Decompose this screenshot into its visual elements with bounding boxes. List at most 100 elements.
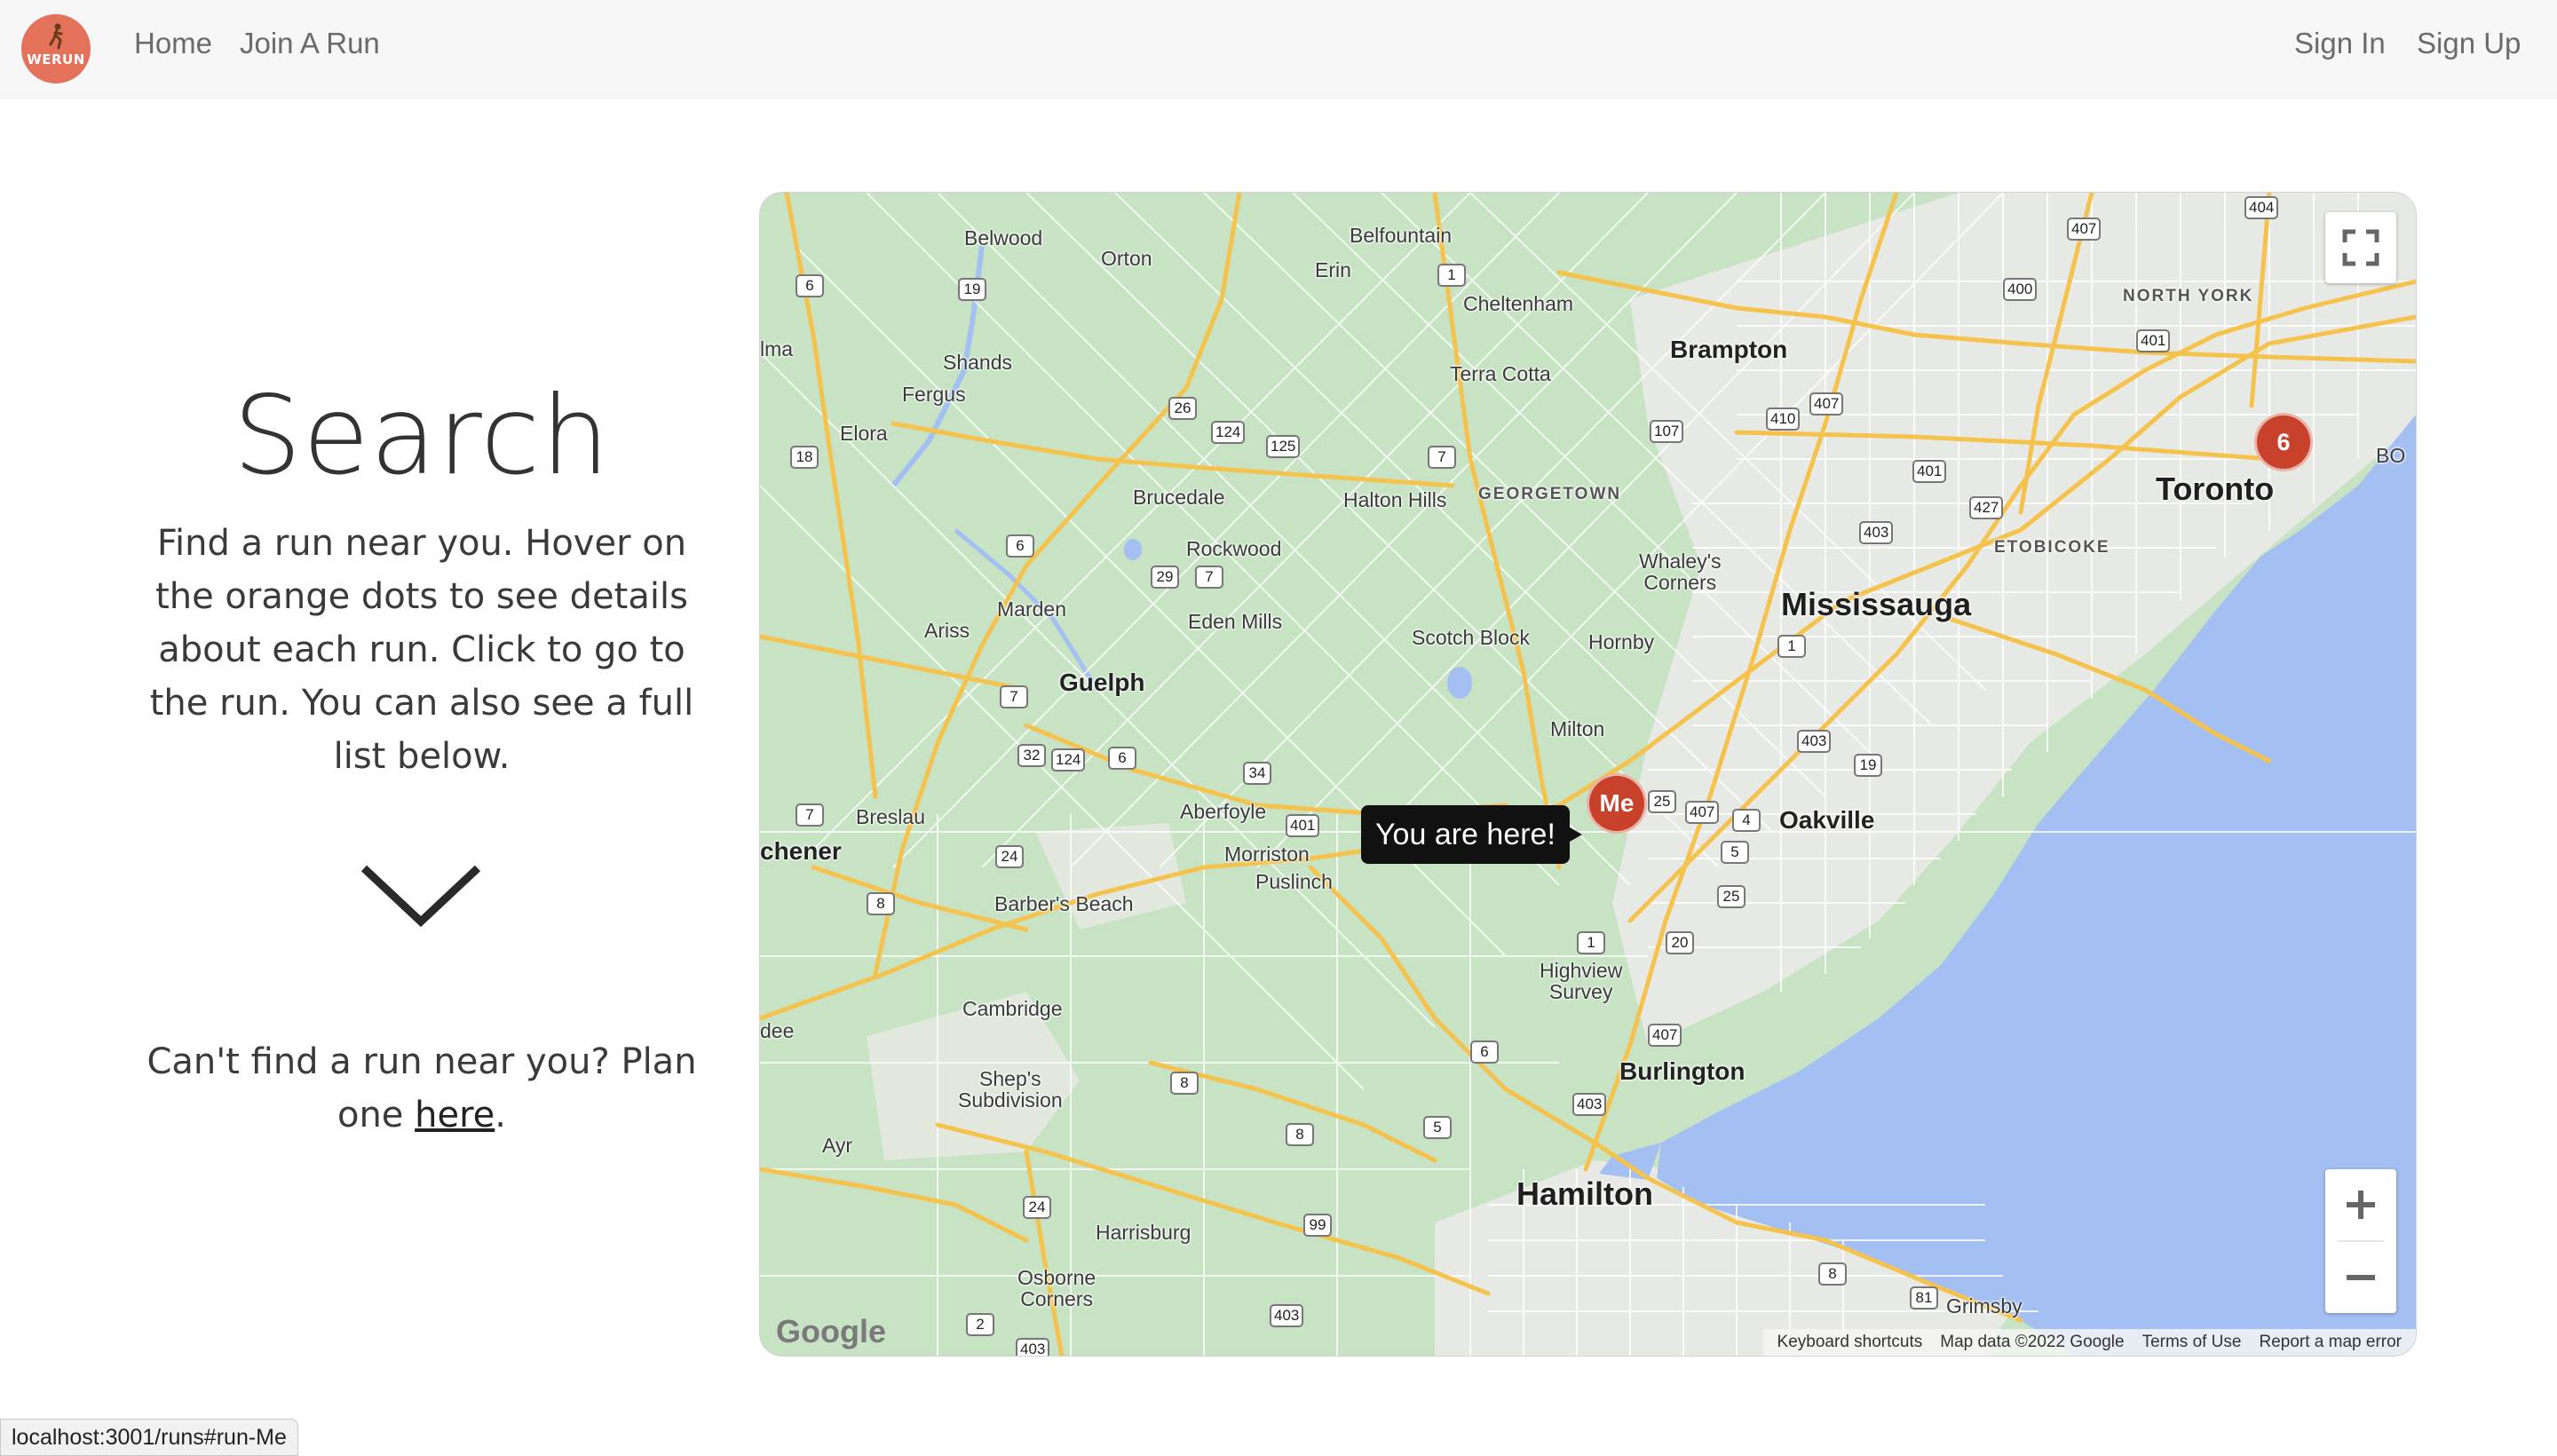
place-label: Hamilton bbox=[1516, 1175, 1654, 1212]
highway-shield: 34 bbox=[1243, 762, 1271, 785]
chevron-down-icon[interactable] bbox=[359, 861, 483, 932]
place-label: Harrisburg bbox=[1096, 1221, 1191, 1244]
map[interactable]: Belwood Orton Belfountain Erin Cheltenha… bbox=[759, 192, 2417, 1357]
highway-shield: 26 bbox=[1168, 397, 1197, 420]
place-label: GEORGETOWN bbox=[1478, 485, 1622, 503]
place-label: Guelph bbox=[1059, 669, 1145, 696]
highway-shield: 124 bbox=[1051, 748, 1086, 772]
highway-shield: 403 bbox=[1797, 730, 1832, 753]
nav-join-a-run[interactable]: Join A Run bbox=[240, 27, 380, 60]
place-label: Belfountain bbox=[1350, 224, 1453, 247]
logo-text: WERUN bbox=[27, 51, 85, 67]
highway-shield: 427 bbox=[1969, 496, 2004, 519]
place-label: Mississauga bbox=[1781, 586, 1972, 622]
zoom-out-button[interactable] bbox=[2325, 1242, 2396, 1313]
place-label: Brampton bbox=[1670, 336, 1788, 363]
highway-shield: 81 bbox=[1910, 1286, 1938, 1310]
highway-shield: 404 bbox=[2244, 196, 2279, 219]
place-label: Elora bbox=[840, 422, 888, 445]
place-label: Belwood bbox=[964, 226, 1043, 249]
highway-shield: 99 bbox=[1303, 1214, 1332, 1237]
highway-shield: 25 bbox=[1648, 790, 1676, 813]
highway-shield: 19 bbox=[958, 278, 986, 301]
highway-shield: 403 bbox=[1859, 521, 1894, 544]
werun-logo[interactable]: WERUN bbox=[21, 14, 91, 83]
place-label: chener bbox=[760, 837, 842, 865]
place-label: Osborne Corners bbox=[1017, 1266, 1096, 1310]
plan-suffix: . bbox=[495, 1095, 506, 1136]
highway-shield: 24 bbox=[995, 845, 1024, 868]
highway-shield: 25 bbox=[1717, 885, 1746, 908]
highway-shield: 407 bbox=[2067, 218, 2102, 241]
highway-shield: 6 bbox=[1108, 747, 1136, 770]
highway-shield: 6 bbox=[1006, 534, 1034, 558]
place-label: Shep's Subdivision bbox=[958, 1067, 1063, 1112]
highway-shield: 32 bbox=[1017, 744, 1046, 767]
me-marker[interactable]: Me bbox=[1587, 773, 1647, 834]
place-label: Hornby bbox=[1588, 630, 1655, 653]
terms-link[interactable]: Terms of Use bbox=[2133, 1333, 2251, 1352]
highway-shield: 7 bbox=[1195, 566, 1223, 589]
nav-home[interactable]: Home bbox=[134, 27, 212, 60]
highway-shield: 18 bbox=[790, 446, 819, 469]
page-title: Search bbox=[233, 373, 611, 499]
highway-shield: 401 bbox=[2136, 329, 2171, 352]
minus-icon bbox=[2347, 1275, 2375, 1280]
keyboard-shortcuts-link[interactable]: Keyboard shortcuts bbox=[1769, 1333, 1932, 1352]
highway-shield: 8 bbox=[1818, 1262, 1847, 1286]
place-label: Orton bbox=[1101, 247, 1152, 270]
highway-shield: 7 bbox=[1000, 685, 1028, 708]
search-description: Find a run near you. Hover on the orange… bbox=[149, 523, 694, 777]
place-label: Whaley's Corners bbox=[1639, 550, 1722, 594]
place-label: dee bbox=[760, 1019, 795, 1042]
place-label: Barber's Beach bbox=[994, 892, 1134, 915]
place-label: Milton bbox=[1550, 717, 1605, 740]
place-label: Cambridge bbox=[962, 997, 1063, 1020]
zoom-controls bbox=[2325, 1169, 2396, 1313]
you-are-here-tooltip: You are here! bbox=[1361, 805, 1582, 864]
highway-shield: 124 bbox=[1211, 421, 1246, 444]
place-label: Erin bbox=[1315, 258, 1351, 281]
highway-shield: 29 bbox=[1151, 566, 1179, 589]
highway-shield: 407 bbox=[1809, 392, 1844, 415]
place-label: Brucedale bbox=[1133, 486, 1225, 509]
place-label: Highview Survey bbox=[1540, 959, 1623, 1003]
highway-shield: 125 bbox=[1266, 435, 1301, 458]
nav-sign-up[interactable]: Sign Up bbox=[2417, 27, 2521, 60]
highway-shield: 20 bbox=[1666, 931, 1694, 954]
run-cluster-marker[interactable]: 6 bbox=[2254, 413, 2313, 471]
map-data-text: Map data ©2022 Google bbox=[1940, 1333, 2125, 1351]
place-label: Eden Mills bbox=[1188, 610, 1283, 633]
place-label: Scotch Block bbox=[1412, 626, 1530, 649]
highway-shield: 401 bbox=[1286, 814, 1320, 837]
highway-shield: 401 bbox=[1912, 460, 1947, 483]
highway-shield: 410 bbox=[1766, 408, 1801, 431]
nav-sign-in[interactable]: Sign In bbox=[2294, 27, 2386, 60]
place-label: NORTH YORK bbox=[2123, 287, 2254, 305]
report-error-link[interactable]: Report a map error bbox=[2250, 1333, 2411, 1352]
zoom-in-button[interactable] bbox=[2325, 1169, 2396, 1240]
place-label: Ariss bbox=[924, 619, 970, 642]
highway-shield: 403 bbox=[1572, 1093, 1607, 1116]
place-label: Terra Cotta bbox=[1450, 362, 1551, 385]
place-label: Breslau bbox=[856, 805, 925, 828]
runner-icon bbox=[49, 23, 63, 50]
highway-shield: 407 bbox=[1648, 1024, 1682, 1047]
highway-shield: 107 bbox=[1650, 420, 1684, 443]
place-label: Cheltenham bbox=[1463, 292, 1574, 315]
highway-shield: 403 bbox=[1016, 1338, 1050, 1356]
highway-shield: 6 bbox=[1470, 1041, 1499, 1064]
place-label: Ayr bbox=[822, 1134, 853, 1157]
place-label: Oakville bbox=[1779, 806, 1875, 834]
highway-shield: 1 bbox=[1777, 635, 1806, 658]
map-footer: Keyboard shortcuts Map data ©2022 Google… bbox=[1762, 1329, 2416, 1356]
highway-shield: 6 bbox=[796, 274, 824, 297]
place-label: Puslinch bbox=[1255, 870, 1333, 893]
highway-shield: 5 bbox=[1423, 1116, 1452, 1139]
navbar: WERUN Home Join A Run Sign In Sign Up bbox=[0, 0, 2557, 99]
place-label: lma bbox=[760, 337, 794, 360]
plan-run-link[interactable]: here bbox=[415, 1095, 495, 1136]
fullscreen-button[interactable] bbox=[2325, 212, 2396, 283]
highway-shield: 403 bbox=[1270, 1304, 1304, 1327]
place-label: Toronto bbox=[2156, 471, 2275, 507]
